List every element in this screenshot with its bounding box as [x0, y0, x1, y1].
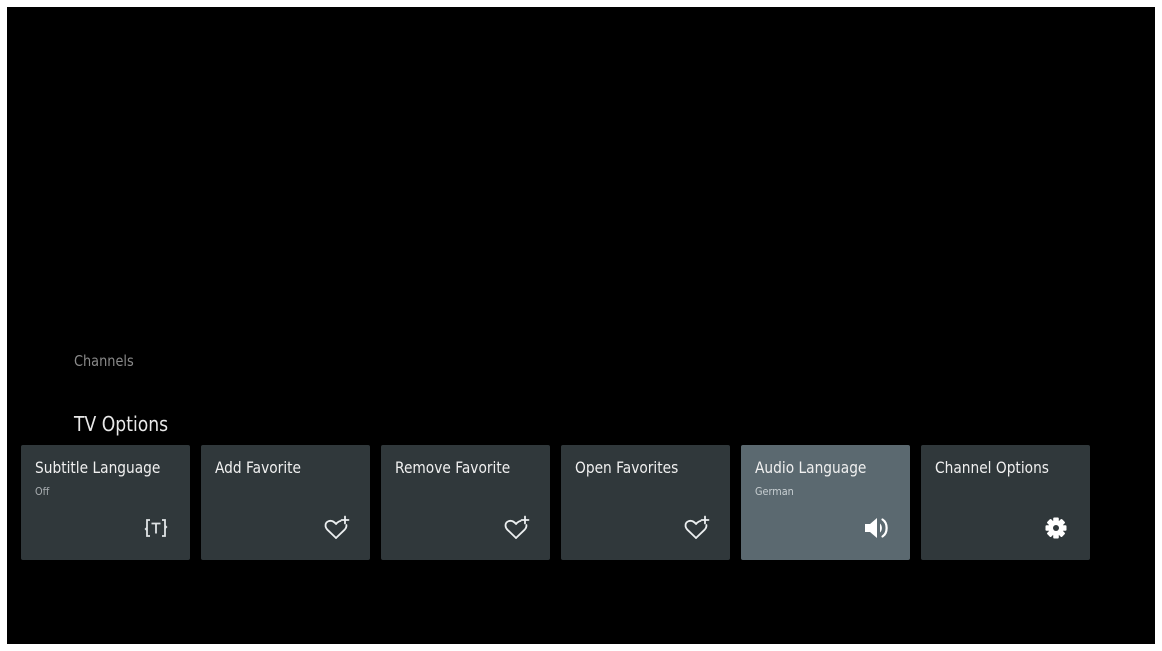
subtitle-icon: [141, 513, 171, 543]
tile-label: Subtitle Language: [35, 458, 161, 477]
gear-icon: [1041, 513, 1071, 543]
audio-language-tile[interactable]: Audio Language German: [741, 445, 910, 560]
heart-plus-icon: [321, 513, 351, 543]
tile-label: Open Favorites: [575, 458, 679, 477]
open-favorites-tile[interactable]: Open Favorites: [561, 445, 730, 560]
heart-plus-icon: [681, 513, 711, 543]
tile-label: Channel Options: [935, 458, 1049, 477]
tv-screen: Channels TV Options Subtitle Language Of…: [7, 7, 1155, 644]
speaker-icon: [861, 513, 891, 543]
remove-favorite-tile[interactable]: Remove Favorite: [381, 445, 550, 560]
add-favorite-tile[interactable]: Add Favorite: [201, 445, 370, 560]
channels-section-label[interactable]: Channels: [74, 352, 134, 370]
subtitle-language-tile[interactable]: Subtitle Language Off: [21, 445, 190, 560]
tile-value: German: [755, 485, 794, 498]
tv-options-title: TV Options: [74, 412, 169, 436]
tile-label: Add Favorite: [215, 458, 301, 477]
tile-value: Off: [35, 485, 50, 498]
channel-options-tile[interactable]: Channel Options: [921, 445, 1090, 560]
heart-plus-icon: [501, 513, 531, 543]
tile-label: Audio Language: [755, 458, 867, 477]
tile-label: Remove Favorite: [395, 458, 511, 477]
